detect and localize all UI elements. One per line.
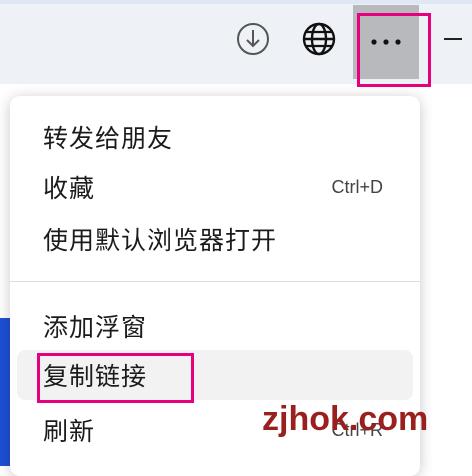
menu-item-shortcut: Ctrl+D [331,176,383,197]
menu-item-label: 添加浮窗 [43,313,148,342]
menu-item-label: 转发给朋友 [43,124,174,153]
globe-button[interactable] [299,19,339,59]
more-button-highlight [357,13,431,87]
copy-link-highlight [37,353,194,403]
menu-item-forward[interactable]: 转发给朋友 [17,112,413,162]
menu-separator [10,281,420,282]
minimize-icon [444,38,462,40]
menu-item-label: 刷新 [43,417,96,446]
globe-icon [302,22,336,56]
menu-item-open-browser[interactable]: 使用默认浏览器打开 [17,214,413,264]
watermark: zjhok.com [262,400,429,438]
menu-item-floating-window[interactable]: 添加浮窗 [17,301,413,351]
minimize-button[interactable] [438,24,468,54]
menu-item-label: 使用默认浏览器打开 [43,226,278,255]
download-button[interactable] [233,19,273,59]
download-icon [237,23,269,55]
menu-item-label: 收藏 [43,174,96,203]
menu-item-favorite[interactable]: 收藏 Ctrl+D [17,162,413,212]
